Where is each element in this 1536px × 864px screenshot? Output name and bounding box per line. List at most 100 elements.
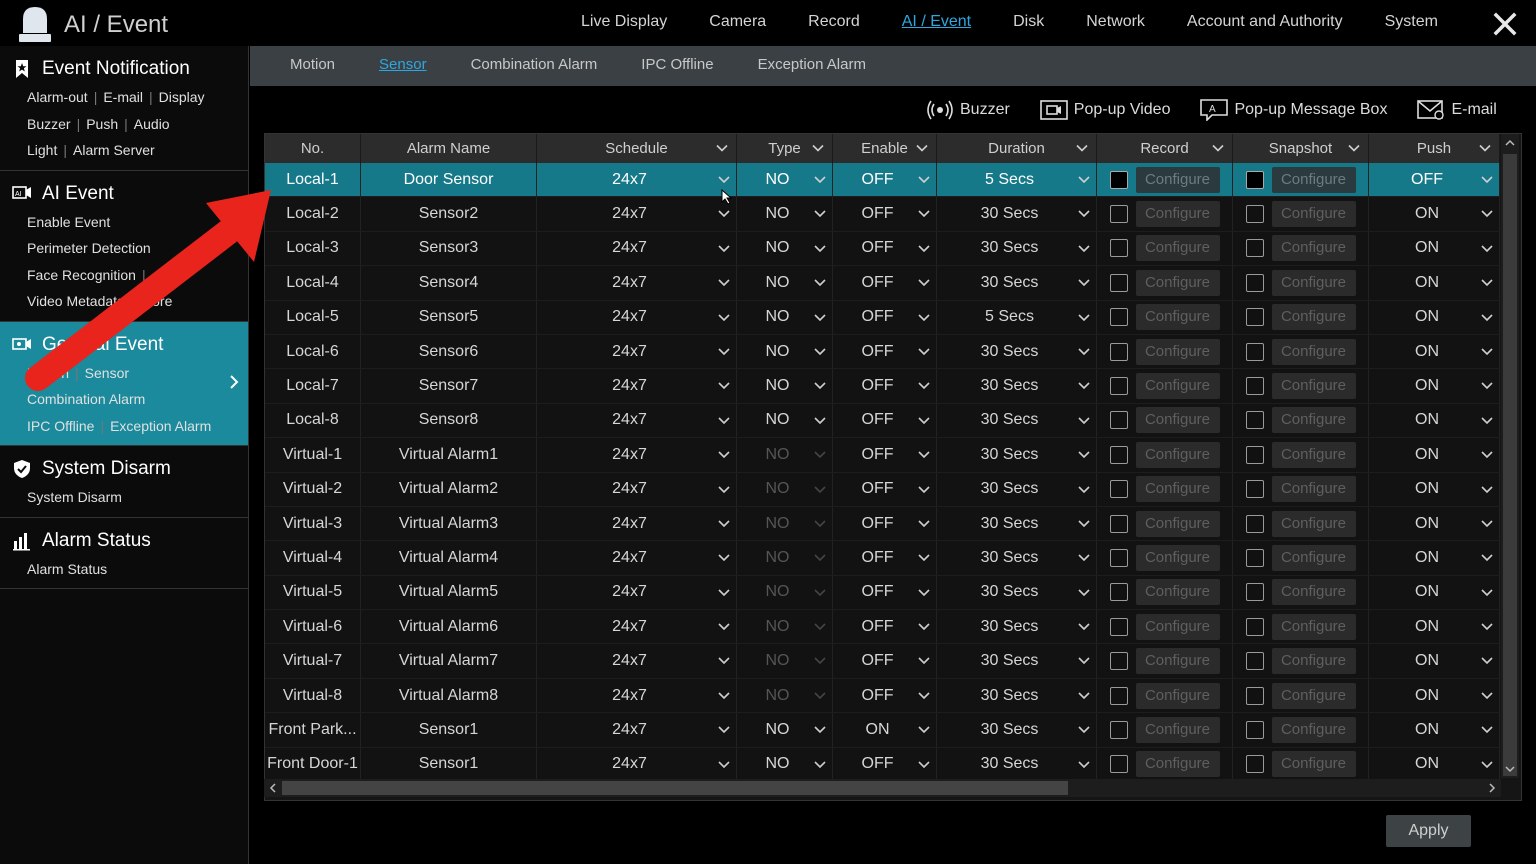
push-select[interactable]: ON (1369, 403, 1500, 438)
push-select[interactable]: ON (1369, 575, 1500, 610)
duration-select[interactable]: 30 Secs (937, 747, 1097, 782)
record-checkbox[interactable] (1109, 548, 1128, 567)
record-checkbox[interactable] (1109, 583, 1128, 602)
schedule-select[interactable]: 24x7 (537, 369, 737, 403)
chevron-down-icon[interactable] (718, 725, 730, 734)
type-select[interactable]: NO (737, 231, 833, 266)
record-checkbox[interactable] (1109, 480, 1128, 499)
chevron-down-icon[interactable] (1078, 485, 1090, 494)
schedule-select[interactable]: 24x7 (537, 472, 737, 506)
chevron-down-icon[interactable] (1481, 175, 1493, 184)
chevron-down-icon[interactable] (1078, 691, 1090, 700)
enable-select[interactable]: OFF (833, 231, 937, 266)
pop-up-video-button[interactable]: Pop-up Video (1039, 96, 1170, 124)
record-checkbox[interactable] (1109, 686, 1128, 705)
chevron-down-icon[interactable] (718, 175, 730, 184)
table-row[interactable]: Virtual-1 Virtual Alarm1 24x7 NO OFF 30 Secs C… (265, 438, 1500, 473)
chevron-down-icon[interactable] (918, 450, 930, 459)
sidebar-link-system-disarm[interactable]: System Disarm (27, 489, 122, 505)
record-configure-button[interactable]: Configure (1135, 407, 1220, 434)
enable-select[interactable]: OFF (833, 369, 937, 403)
chevron-down-icon[interactable] (1078, 588, 1090, 597)
schedule-select[interactable]: 24x7 (537, 747, 737, 782)
chevron-down-icon[interactable] (1481, 760, 1493, 769)
chevron-down-icon[interactable] (1078, 313, 1090, 322)
sidebar-link-face-recognition[interactable]: Face Recognition (27, 267, 136, 283)
scroll-right-icon[interactable] (1485, 781, 1499, 795)
chevron-down-icon[interactable] (1078, 656, 1090, 665)
sidebar-link-light[interactable]: Light (27, 142, 57, 158)
push-select[interactable]: ON (1369, 678, 1500, 713)
sidebar-link-audio[interactable]: Audio (134, 116, 170, 132)
snapshot-configure-button[interactable]: Configure (1271, 476, 1356, 503)
snapshot-checkbox[interactable] (1245, 583, 1264, 602)
push-select[interactable]: ON (1369, 506, 1500, 541)
snapshot-configure-button[interactable]: Configure (1271, 235, 1356, 262)
record-checkbox[interactable] (1109, 720, 1128, 739)
sidebar-link-[interactable]: ... (152, 267, 164, 283)
table-row[interactable]: Virtual-7 Virtual Alarm7 24x7 NO OFF 30 Secs C… (265, 644, 1500, 679)
chevron-down-icon[interactable] (918, 691, 930, 700)
apply-button[interactable]: Apply (1386, 815, 1471, 847)
table-row[interactable]: Local-7 Sensor7 24x7 NO OFF 30 Secs Configure C… (265, 369, 1500, 404)
snapshot-checkbox[interactable] (1245, 170, 1264, 189)
record-configure-button[interactable]: Configure (1135, 441, 1220, 468)
sidebar-link-e-mail[interactable]: E-mail (103, 89, 143, 105)
chevron-down-icon[interactable] (814, 175, 826, 184)
push-select[interactable]: ON (1369, 266, 1500, 300)
tab-motion[interactable]: Motion (250, 46, 357, 86)
schedule-select[interactable]: 24x7 (537, 610, 737, 644)
schedule-select[interactable]: 24x7 (537, 506, 737, 541)
schedule-select[interactable]: 24x7 (537, 231, 737, 266)
duration-select[interactable]: 30 Secs (937, 610, 1097, 644)
chevron-down-icon[interactable] (918, 381, 930, 390)
push-select[interactable]: ON (1369, 197, 1500, 231)
chevron-down-icon[interactable] (1078, 381, 1090, 390)
nav-record[interactable]: Record (787, 0, 881, 46)
snapshot-checkbox[interactable] (1245, 377, 1264, 396)
chevron-down-icon[interactable] (814, 244, 826, 253)
chevron-down-icon[interactable] (918, 622, 930, 631)
chevron-down-icon[interactable] (1212, 143, 1224, 153)
sidebar-link-display[interactable]: Display (159, 89, 205, 105)
chevron-down-icon[interactable] (718, 656, 730, 665)
record-checkbox[interactable] (1109, 652, 1128, 671)
schedule-select[interactable]: 24x7 (537, 575, 737, 610)
chevron-down-icon[interactable] (1078, 209, 1090, 218)
snapshot-checkbox[interactable] (1245, 755, 1264, 774)
chevron-down-icon[interactable] (814, 347, 826, 356)
chevron-down-icon[interactable] (918, 313, 930, 322)
chevron-down-icon[interactable] (1481, 485, 1493, 494)
chevron-down-icon[interactable] (814, 725, 826, 734)
push-select[interactable]: ON (1369, 369, 1500, 403)
chevron-down-icon[interactable] (1078, 725, 1090, 734)
scroll-left-icon[interactable] (266, 781, 280, 795)
chevron-down-icon[interactable] (812, 143, 824, 153)
chevron-down-icon[interactable] (718, 553, 730, 562)
snapshot-configure-button[interactable]: Configure (1271, 579, 1356, 606)
chevron-down-icon[interactable] (918, 209, 930, 218)
sidebar-group-header[interactable]: AI AI Event (0, 179, 248, 209)
duration-select[interactable]: 30 Secs (937, 369, 1097, 403)
nav-disk[interactable]: Disk (992, 0, 1065, 46)
chevron-down-icon[interactable] (918, 244, 930, 253)
record-configure-button[interactable]: Configure (1135, 648, 1220, 675)
record-configure-button[interactable]: Configure (1135, 510, 1220, 537)
chevron-down-icon[interactable] (1078, 553, 1090, 562)
duration-select[interactable]: 30 Secs (937, 403, 1097, 438)
schedule-select[interactable]: 24x7 (537, 678, 737, 713)
nav-live-display[interactable]: Live Display (560, 0, 688, 46)
table-row[interactable]: Virtual-6 Virtual Alarm6 24x7 NO OFF 30 Secs C… (265, 610, 1500, 645)
chevron-down-icon[interactable] (918, 656, 930, 665)
chevron-down-icon[interactable] (718, 622, 730, 631)
snapshot-configure-button[interactable]: Configure (1271, 716, 1356, 743)
close-icon[interactable] (1491, 10, 1519, 38)
sidebar-link-ipc-offline[interactable]: IPC Offline (27, 418, 94, 434)
snapshot-checkbox[interactable] (1245, 239, 1264, 258)
sidebar-link-exception-alarm[interactable]: Exception Alarm (110, 418, 211, 434)
duration-select[interactable]: 30 Secs (937, 575, 1097, 610)
type-select[interactable]: NO (737, 747, 833, 782)
type-select[interactable]: NO (737, 163, 833, 197)
nav-network[interactable]: Network (1065, 0, 1166, 46)
enable-select[interactable]: OFF (833, 678, 937, 713)
